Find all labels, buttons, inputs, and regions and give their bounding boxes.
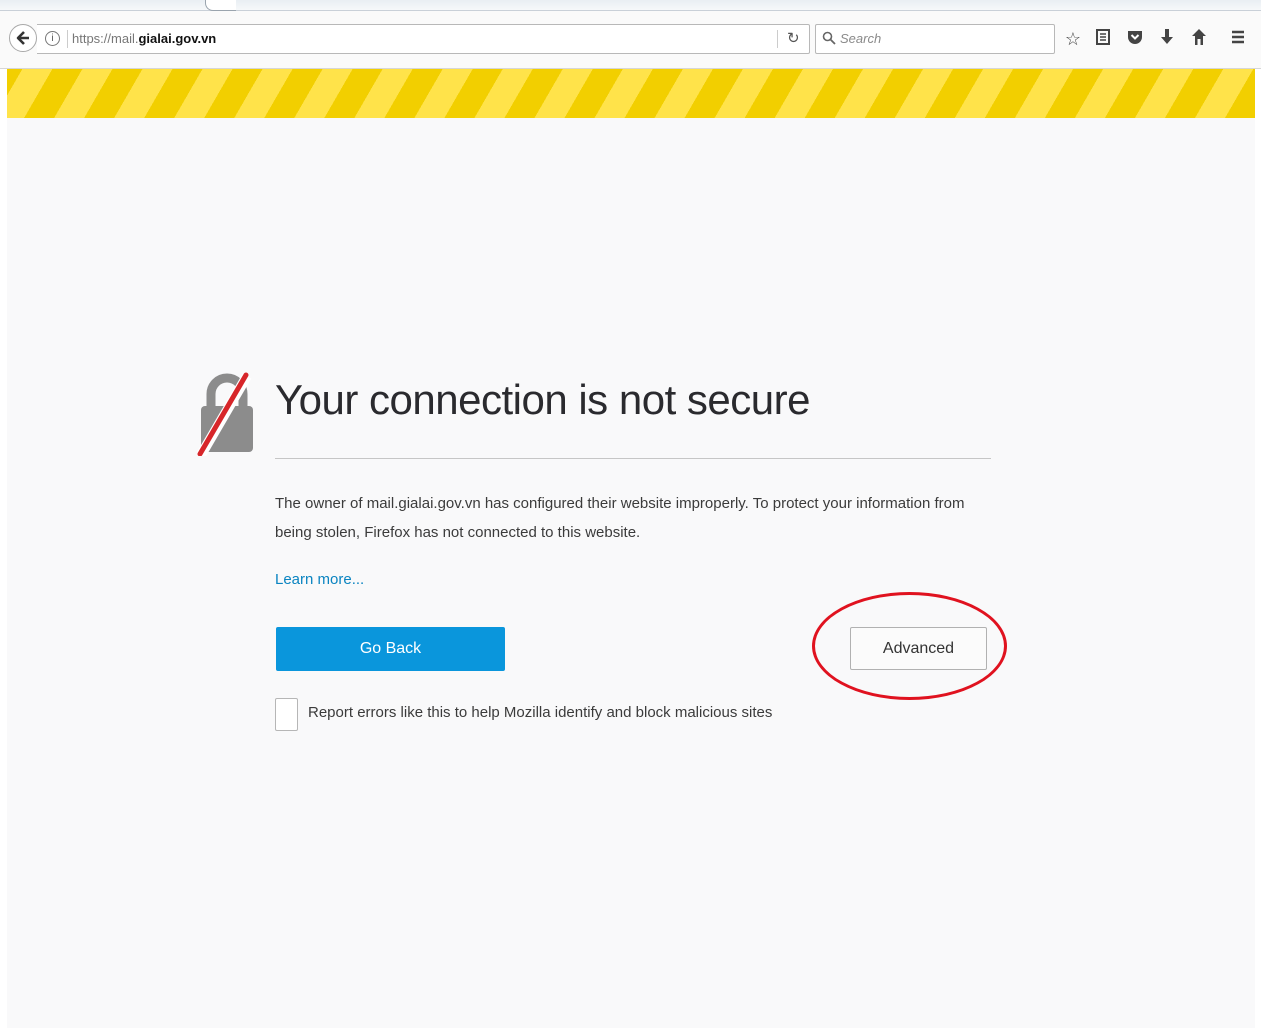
home-icon[interactable]: [1189, 28, 1209, 50]
tab-strip: [0, 0, 1261, 11]
info-icon[interactable]: i: [45, 31, 60, 46]
url-bar[interactable]: i https://mail.gialai.gov.vn ↻: [37, 24, 810, 54]
browser-toolbar: i https://mail.gialai.gov.vn ↻ Search ☆: [0, 0, 1261, 70]
back-arrow-icon: [16, 31, 29, 45]
go-back-button[interactable]: Go Back: [276, 627, 505, 671]
pocket-icon[interactable]: [1125, 28, 1145, 50]
error-description: The owner of mail.gialai.gov.vn has conf…: [275, 495, 965, 541]
url-host: gialai.gov.vn: [138, 31, 217, 46]
broken-lock-icon: [197, 372, 253, 456]
bookmark-star-icon[interactable]: ☆: [1063, 28, 1083, 50]
search-placeholder: Search: [840, 31, 882, 46]
title-divider: [275, 458, 991, 459]
error-page: Your connection is not secure The owner …: [7, 118, 1255, 1028]
url-scheme: https://mail.: [72, 31, 139, 46]
back-button[interactable]: [9, 24, 37, 52]
search-bar[interactable]: Search: [815, 24, 1055, 54]
search-icon: [822, 31, 836, 45]
learn-more-link[interactable]: Learn more...: [275, 571, 364, 588]
navigation-bar: i https://mail.gialai.gov.vn ↻ Search ☆: [0, 11, 1261, 69]
report-errors-label[interactable]: Report errors like this to help Mozilla …: [308, 704, 772, 721]
active-tab-edge[interactable]: [205, 0, 236, 11]
advanced-button[interactable]: Advanced: [850, 627, 987, 670]
report-errors-checkbox[interactable]: [275, 698, 298, 731]
reading-list-icon[interactable]: [1093, 28, 1113, 50]
menu-icon[interactable]: [1228, 28, 1248, 50]
reload-separator: [777, 30, 778, 48]
url-text[interactable]: https://mail.gialai.gov.vn: [72, 31, 216, 46]
download-icon[interactable]: [1157, 28, 1177, 50]
url-separator: [67, 30, 68, 48]
page-title: Your connection is not secure: [275, 376, 810, 423]
reload-icon[interactable]: ↻: [787, 30, 800, 48]
warning-stripe: [7, 69, 1255, 118]
